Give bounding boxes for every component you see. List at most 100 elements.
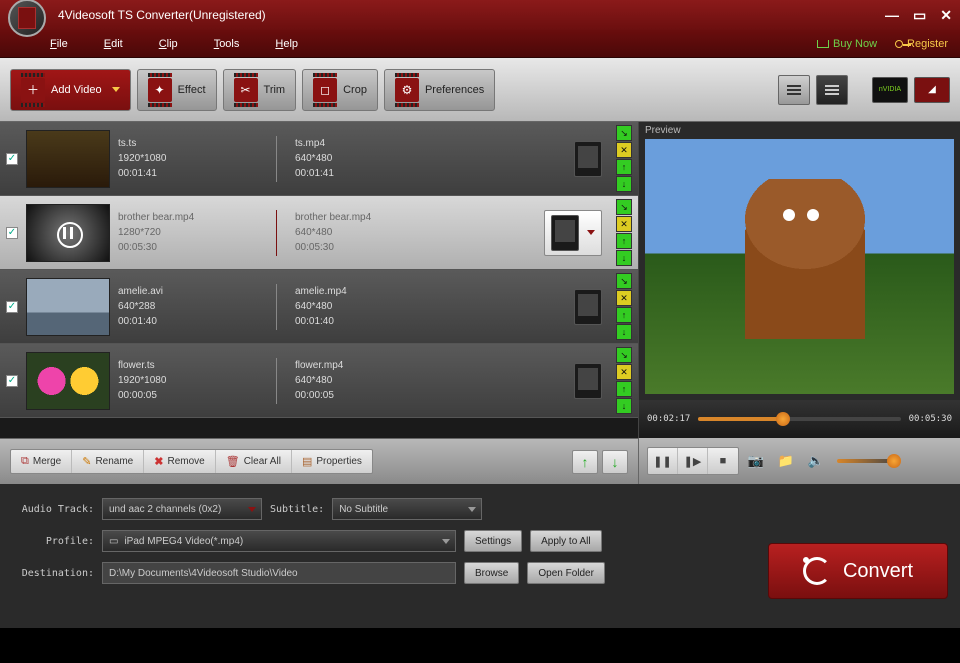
- remove-icon[interactable]: ✕: [616, 290, 632, 306]
- register-link[interactable]: Register: [895, 38, 948, 50]
- remove-icon[interactable]: ✕: [616, 216, 632, 232]
- volume-knob-icon[interactable]: [887, 454, 901, 468]
- audio-track-dropdown[interactable]: und aac 2 channels (0x2): [102, 498, 262, 520]
- checkbox[interactable]: ✓: [6, 301, 18, 313]
- snapshot-button[interactable]: 📷: [743, 449, 769, 473]
- profile-dropdown[interactable]: ▭ iPad MPEG4 Video(*.mp4): [102, 530, 456, 552]
- list-view-icon: [825, 85, 839, 95]
- subtitle-dropdown[interactable]: No Subtitle: [332, 498, 482, 520]
- file-list: ✓ ts.ts1920*108000:01:41 ts.mp4640*48000…: [0, 122, 638, 438]
- menu-file[interactable]: File: [50, 38, 68, 50]
- minimize-button[interactable]: —: [885, 7, 899, 23]
- properties-button[interactable]: ▤Properties: [292, 450, 372, 473]
- confirm-icon[interactable]: ↘: [616, 125, 632, 141]
- pencil-icon: ✎: [82, 455, 91, 468]
- trim-button[interactable]: ✂ Trim: [223, 69, 297, 111]
- seek-knob-icon[interactable]: [776, 412, 790, 426]
- preview-panel: Preview 00:02:17 00:05:30: [638, 122, 960, 438]
- menu-edit[interactable]: Edit: [104, 38, 123, 50]
- ipad-icon[interactable]: [574, 363, 602, 399]
- file-row[interactable]: ✓ brother bear.mp41280*72000:05:30 broth…: [0, 196, 638, 270]
- window-title: 4Videosoft TS Converter(Unregistered): [58, 8, 871, 22]
- view-list-button[interactable]: [816, 75, 848, 105]
- gear-icon: ⚙: [395, 78, 419, 102]
- crop-button[interactable]: ◻ Crop: [302, 69, 378, 111]
- convert-button[interactable]: Convert: [768, 543, 948, 599]
- effect-icon: ✦: [148, 78, 172, 102]
- file-row[interactable]: ✓ flower.ts1920*108000:00:05 flower.mp46…: [0, 344, 638, 418]
- file-row[interactable]: ✓ ts.ts1920*108000:01:41 ts.mp4640*48000…: [0, 122, 638, 196]
- convert-icon: [803, 557, 831, 585]
- profile-label: Profile:: [12, 536, 94, 547]
- volume-slider[interactable]: [837, 459, 897, 463]
- confirm-icon[interactable]: ↘: [616, 273, 632, 289]
- move-up-button[interactable]: ↑: [572, 450, 598, 474]
- player-controls: ❚❚ ❚▶ ■ 📷 📁 🔈: [638, 438, 960, 484]
- ipad-icon: [551, 215, 579, 251]
- view-icons-button[interactable]: [778, 75, 810, 105]
- up-icon[interactable]: ↑: [616, 381, 632, 397]
- confirm-icon[interactable]: ↘: [616, 347, 632, 363]
- confirm-icon[interactable]: ↘: [616, 199, 632, 215]
- effect-button[interactable]: ✦ Effect: [137, 69, 217, 111]
- buy-now-link[interactable]: Buy Now: [817, 38, 877, 50]
- remove-icon[interactable]: ✕: [616, 142, 632, 158]
- up-icon[interactable]: ↑: [616, 233, 632, 249]
- move-down-button[interactable]: ↓: [602, 450, 628, 474]
- icons-view-icon: [787, 85, 801, 95]
- browse-button[interactable]: Browse: [464, 562, 519, 584]
- menu-tools[interactable]: Tools: [214, 38, 240, 50]
- thumbnail[interactable]: [26, 204, 110, 262]
- pause-button[interactable]: ❚❚: [648, 448, 678, 474]
- thumbnail[interactable]: [26, 278, 110, 336]
- properties-icon: ▤: [302, 455, 312, 468]
- menu-help[interactable]: Help: [275, 38, 298, 50]
- remove-icon[interactable]: ✕: [616, 364, 632, 380]
- seek-bar[interactable]: [698, 417, 900, 421]
- rename-button[interactable]: ✎Rename: [72, 450, 144, 473]
- ipad-icon[interactable]: [574, 141, 602, 177]
- up-icon[interactable]: ↑: [616, 159, 632, 175]
- down-icon[interactable]: ↓: [616, 250, 632, 266]
- thumbnail[interactable]: [26, 352, 110, 410]
- source-info: brother bear.mp41280*72000:05:30: [118, 210, 268, 255]
- preferences-button[interactable]: ⚙ Preferences: [384, 69, 495, 111]
- file-row[interactable]: ✓ amelie.avi640*28800:01:40 amelie.mp464…: [0, 270, 638, 344]
- device-dropdown[interactable]: [544, 210, 602, 256]
- down-icon[interactable]: ↓: [616, 398, 632, 414]
- merge-icon: ⧉: [21, 455, 29, 468]
- close-button[interactable]: ✕: [940, 7, 952, 24]
- timeline: 00:02:17 00:05:30: [639, 400, 960, 438]
- open-folder-icon[interactable]: 📁: [773, 449, 799, 473]
- key-icon: [895, 40, 903, 48]
- ipad-icon[interactable]: [574, 289, 602, 325]
- source-info: ts.ts1920*108000:01:41: [118, 136, 268, 181]
- menu-clip[interactable]: Clip: [159, 38, 178, 50]
- up-icon[interactable]: ↑: [616, 307, 632, 323]
- down-icon[interactable]: ↓: [616, 324, 632, 340]
- preview-canvas[interactable]: [645, 139, 954, 394]
- thumbnail[interactable]: [26, 130, 110, 188]
- settings-button[interactable]: Settings: [464, 530, 522, 552]
- checkbox[interactable]: ✓: [6, 227, 18, 239]
- maximize-button[interactable]: ▭: [913, 7, 926, 24]
- source-info: amelie.avi640*28800:01:40: [118, 284, 268, 329]
- output-info: brother bear.mp4640*48000:05:30: [295, 210, 415, 255]
- toolbar: ＋ Add Video ✦ Effect ✂ Trim ◻ Crop ⚙ Pre…: [0, 58, 960, 122]
- apply-to-all-button[interactable]: Apply to All: [530, 530, 601, 552]
- step-button[interactable]: ❚▶: [678, 448, 708, 474]
- list-toolbar: ⧉Merge ✎Rename ✖Remove 🗑Clear All ▤Prope…: [0, 438, 638, 484]
- bottom-panel: Audio Track: und aac 2 channels (0x2) Su…: [0, 484, 960, 628]
- clear-all-button[interactable]: 🗑Clear All: [216, 450, 292, 473]
- remove-button[interactable]: ✖Remove: [144, 450, 215, 473]
- merge-button[interactable]: ⧉Merge: [11, 450, 72, 473]
- open-folder-button[interactable]: Open Folder: [527, 562, 605, 584]
- preview-label: Preview: [639, 122, 960, 139]
- checkbox[interactable]: ✓: [6, 153, 18, 165]
- stop-button[interactable]: ■: [708, 448, 738, 474]
- checkbox[interactable]: ✓: [6, 375, 18, 387]
- add-video-button[interactable]: ＋ Add Video: [10, 69, 131, 111]
- down-icon[interactable]: ↓: [616, 176, 632, 192]
- subtitle-label: Subtitle:: [270, 504, 324, 515]
- destination-input[interactable]: D:\My Documents\4Videosoft Studio\Video: [102, 562, 456, 584]
